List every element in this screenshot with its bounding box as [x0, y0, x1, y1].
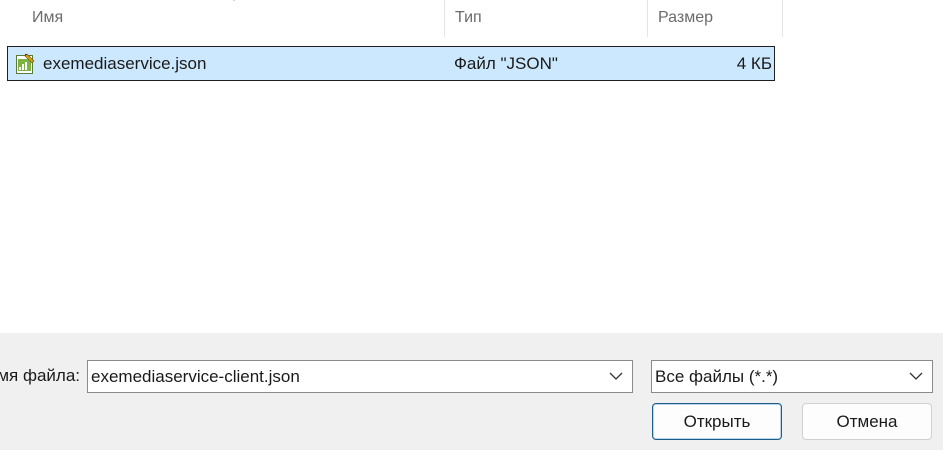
sort-caret-icon — [233, 0, 235, 1]
column-header-size[interactable]: Размер — [648, 0, 782, 37]
file-name: exemediaservice.json — [43, 54, 207, 73]
column-header-bar: Имя Тип Размер — [0, 0, 943, 37]
chevron-down-icon[interactable] — [909, 371, 923, 381]
file-list[interactable]: exemediaservice.json Файл "JSON" 4 КБ — [0, 37, 943, 333]
file-size: 4 КБ — [736, 54, 772, 73]
column-header-type-label: Тип — [455, 9, 482, 26]
dialog-footer: Имя файла: exemediaservice-client.json В… — [0, 333, 943, 450]
file-open-dialog: Имя Тип Размер exemediaservice.json Файл… — [0, 0, 943, 450]
column-header-type[interactable]: Тип — [445, 0, 647, 37]
filename-label-text: Имя файла: — [0, 366, 80, 385]
column-header-size-label: Размер — [658, 9, 713, 26]
column-header-name[interactable]: Имя — [22, 0, 444, 37]
file-type-filter-select[interactable]: Все файлы (*.*) — [651, 360, 933, 393]
filename-combobox[interactable]: exemediaservice-client.json — [87, 360, 633, 393]
column-header-name-label: Имя — [32, 9, 64, 26]
column-separator[interactable] — [782, 0, 783, 37]
filename-label: Имя файла: — [0, 361, 80, 391]
filename-input[interactable]: exemediaservice-client.json — [91, 361, 300, 392]
json-file-icon — [16, 53, 35, 74]
file-row[interactable]: exemediaservice.json Файл "JSON" 4 КБ — [7, 46, 775, 81]
chevron-down-icon[interactable] — [609, 371, 623, 381]
file-type: Файл "JSON" — [454, 54, 558, 73]
open-button[interactable]: Открыть — [652, 403, 782, 440]
file-type-filter-value: Все файлы (*.*) — [655, 367, 779, 386]
cancel-button[interactable]: Отмена — [802, 403, 932, 440]
